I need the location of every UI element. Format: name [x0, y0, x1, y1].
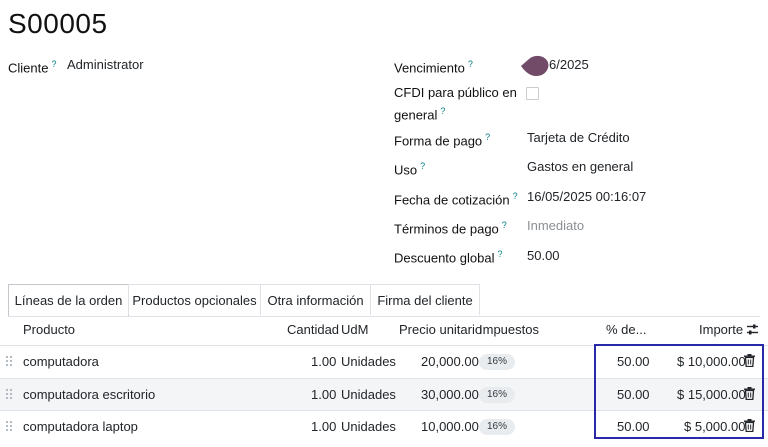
- fecha-cotizacion-help-icon[interactable]: ?: [513, 191, 518, 201]
- fecha-cotizacion-label-text: Fecha de cotización: [394, 192, 510, 208]
- descuento-global-label: Descuento global?: [394, 245, 502, 267]
- cell-importe: $ 15,000.00: [677, 387, 746, 402]
- col-header-descuento[interactable]: % de...: [606, 322, 646, 338]
- cfdi-help-icon[interactable]: ?: [440, 106, 445, 116]
- trash-icon[interactable]: [744, 387, 755, 400]
- table-row[interactable]: computadora escritorio 1.00 Unidades 30,…: [0, 378, 768, 411]
- tab-otra-informacion[interactable]: Otra información: [260, 284, 371, 315]
- cell-descuento[interactable]: 50.00: [617, 353, 650, 370]
- forma-pago-value[interactable]: Tarjeta de Crédito: [527, 129, 630, 147]
- vencimiento-label-text: Vencimiento: [394, 60, 465, 76]
- descuento-global-label-text: Descuento global: [394, 250, 495, 266]
- cell-udm[interactable]: Unidades: [341, 353, 396, 370]
- trash-icon[interactable]: [744, 419, 755, 432]
- avatar-overlay-icon: [521, 55, 549, 76]
- terminos-pago-label-text: Términos de pago: [394, 221, 499, 237]
- fecha-cotizacion-label: Fecha de cotización?: [394, 187, 518, 209]
- table-row[interactable]: computadora laptop 1.00 Unidades 10,000.…: [0, 410, 768, 443]
- cell-cantidad[interactable]: 1.00: [311, 418, 336, 435]
- cfdi-checkbox[interactable]: [526, 87, 539, 100]
- cell-precio[interactable]: 30,000.00: [421, 386, 479, 403]
- cell-producto[interactable]: computadora escritorio: [23, 386, 155, 403]
- record-title: S00005: [8, 8, 108, 39]
- forma-pago-label: Forma de pago?: [394, 128, 490, 150]
- cell-cantidad[interactable]: 1.00: [311, 353, 336, 370]
- terminos-pago-label: Términos de pago?: [394, 216, 507, 238]
- notebook-tabs: Líneas de la orden Productos opcionales …: [8, 284, 760, 317]
- uso-label: Uso?: [394, 157, 425, 179]
- col-header-cantidad[interactable]: Cantidad: [287, 322, 339, 338]
- descuento-global-help-icon[interactable]: ?: [497, 249, 502, 259]
- forma-pago-help-icon[interactable]: ?: [485, 132, 490, 142]
- cliente-label: Cliente?: [8, 55, 56, 77]
- cliente-value[interactable]: Administrator: [67, 56, 144, 74]
- cliente-help-icon[interactable]: ?: [51, 59, 56, 69]
- uso-value[interactable]: Gastos en general: [527, 158, 633, 176]
- cliente-label-text: Cliente: [8, 60, 49, 76]
- tax-badge[interactable]: 16%: [479, 354, 516, 370]
- drag-handle-icon[interactable]: [5, 355, 13, 367]
- forma-pago-label-text: Forma de pago: [394, 133, 483, 149]
- cell-descuento[interactable]: 50.00: [617, 418, 650, 435]
- trash-icon[interactable]: [744, 354, 755, 367]
- uso-help-icon[interactable]: ?: [420, 161, 425, 171]
- tax-badge[interactable]: 16%: [479, 387, 516, 403]
- drag-handle-icon[interactable]: [5, 420, 13, 432]
- col-header-impuestos[interactable]: Impuestos: [479, 322, 539, 338]
- vencimiento-value[interactable]: 6/2025: [549, 56, 589, 74]
- tab-lineas-orden[interactable]: Líneas de la orden: [8, 284, 129, 316]
- tax-badge[interactable]: 16%: [479, 419, 516, 435]
- uso-label-text: Uso: [394, 162, 418, 178]
- tab-productos-opcionales[interactable]: Productos opcionales: [128, 284, 261, 315]
- table-row[interactable]: computadora 1.00 Unidades 20,000.00 16% …: [0, 345, 768, 378]
- cell-importe: $ 10,000.00: [677, 354, 746, 369]
- terminos-pago-help-icon[interactable]: ?: [502, 220, 507, 230]
- terminos-pago-value[interactable]: Inmediato: [527, 217, 584, 235]
- col-header-importe[interactable]: Importe: [699, 322, 743, 338]
- cfdi-label: CFDI para público en general?: [394, 84, 517, 124]
- col-header-udm[interactable]: UdM: [341, 322, 368, 338]
- tab-firma-cliente[interactable]: Firma del cliente: [370, 284, 480, 315]
- sliders-icon[interactable]: [746, 323, 759, 336]
- cell-cantidad[interactable]: 1.00: [311, 386, 336, 403]
- cell-importe: $ 5,000.00: [684, 419, 746, 434]
- col-header-producto[interactable]: Producto: [23, 322, 75, 338]
- col-header-precio[interactable]: Precio unitario: [399, 322, 482, 338]
- cell-precio[interactable]: 10,000.00: [421, 418, 479, 435]
- vencimiento-help-icon[interactable]: ?: [468, 59, 473, 69]
- cell-producto[interactable]: computadora laptop: [23, 418, 138, 435]
- drag-handle-icon[interactable]: [5, 388, 13, 400]
- cell-udm[interactable]: Unidades: [341, 418, 396, 435]
- cfdi-label-line2: general: [394, 107, 438, 123]
- cell-precio[interactable]: 20,000.00: [421, 353, 479, 370]
- cell-udm[interactable]: Unidades: [341, 386, 396, 403]
- cell-descuento[interactable]: 50.00: [617, 386, 650, 403]
- cell-producto[interactable]: computadora: [23, 353, 99, 370]
- fecha-cotizacion-value[interactable]: 16/05/2025 00:16:07: [527, 188, 646, 206]
- vencimiento-label: Vencimiento?: [394, 55, 473, 77]
- cfdi-label-line1: CFDI para público en: [394, 85, 517, 100]
- descuento-global-value[interactable]: 50.00: [527, 247, 560, 265]
